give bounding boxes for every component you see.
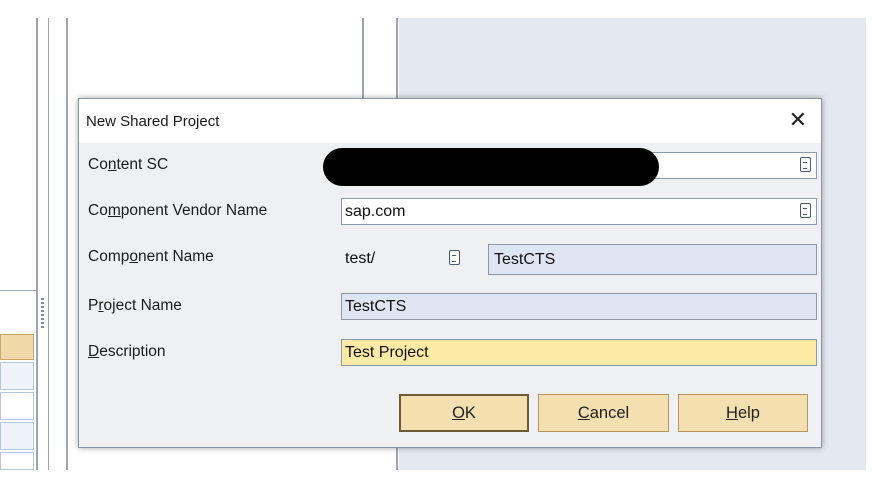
- new-shared-project-dialog: New Shared Project ✕ Content SC Componen…: [78, 98, 822, 448]
- content-sc-label: Content SC: [88, 156, 169, 173]
- ok-button[interactable]: OK: [399, 394, 529, 432]
- redaction-mark: [323, 148, 659, 186]
- dialog-title: New Shared Project: [86, 113, 220, 130]
- list-item[interactable]: [0, 334, 34, 360]
- panel-divider: [0, 290, 36, 291]
- list-item[interactable]: [0, 452, 34, 470]
- panel-divider: [48, 18, 49, 470]
- panel-divider: [66, 18, 68, 470]
- component-name-field[interactable]: TestCTS: [488, 244, 817, 275]
- component-vendor-name-label: Component Vendor Name: [88, 202, 268, 219]
- project-name-field[interactable]: TestCTS: [341, 293, 817, 320]
- panel-divider: [36, 18, 38, 470]
- list-item[interactable]: [0, 392, 34, 420]
- help-button[interactable]: Help: [678, 394, 808, 432]
- panel-divider: [362, 18, 364, 100]
- project-name-label: Project Name: [88, 297, 182, 314]
- component-prefix-field[interactable]: test/: [341, 245, 471, 272]
- splitter-handle[interactable]: [41, 298, 44, 328]
- component-name-label: Component Name: [88, 248, 214, 265]
- component-vendor-name-field[interactable]: sap.com: [341, 198, 817, 225]
- list-item[interactable]: [0, 422, 34, 450]
- list-item[interactable]: [0, 362, 34, 390]
- value-help-icon[interactable]: [449, 250, 460, 265]
- cancel-button[interactable]: Cancel: [538, 394, 669, 432]
- description-field[interactable]: Test Project: [341, 339, 817, 366]
- close-icon[interactable]: ✕: [789, 107, 807, 133]
- description-label: Description: [88, 343, 166, 360]
- value-help-icon[interactable]: [800, 157, 811, 172]
- dialog-titlebar: New Shared Project ✕: [79, 99, 821, 143]
- value-help-icon[interactable]: [800, 203, 811, 218]
